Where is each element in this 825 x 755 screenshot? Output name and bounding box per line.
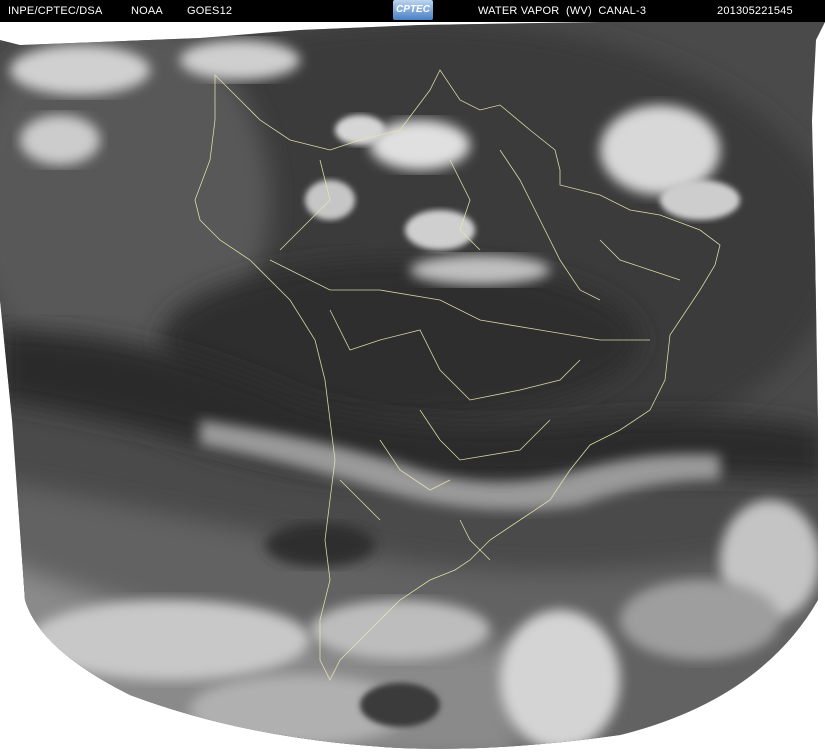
agency-label: NOAA [131,5,163,17]
header-bar: INPE/CPTEC/DSA NOAA GOES12 CPTEC WATER V… [0,0,825,22]
satellite-label: GOES12 [187,5,233,17]
product-label: WATER VAPOR (WV) CANAL-3 [478,5,647,17]
cptec-logo: CPTEC [393,0,433,20]
earth-disk [0,22,825,749]
satellite-image [0,22,825,755]
org-label: INPE/CPTEC/DSA [8,5,103,17]
timestamp-label: 201305221545 [717,5,793,17]
